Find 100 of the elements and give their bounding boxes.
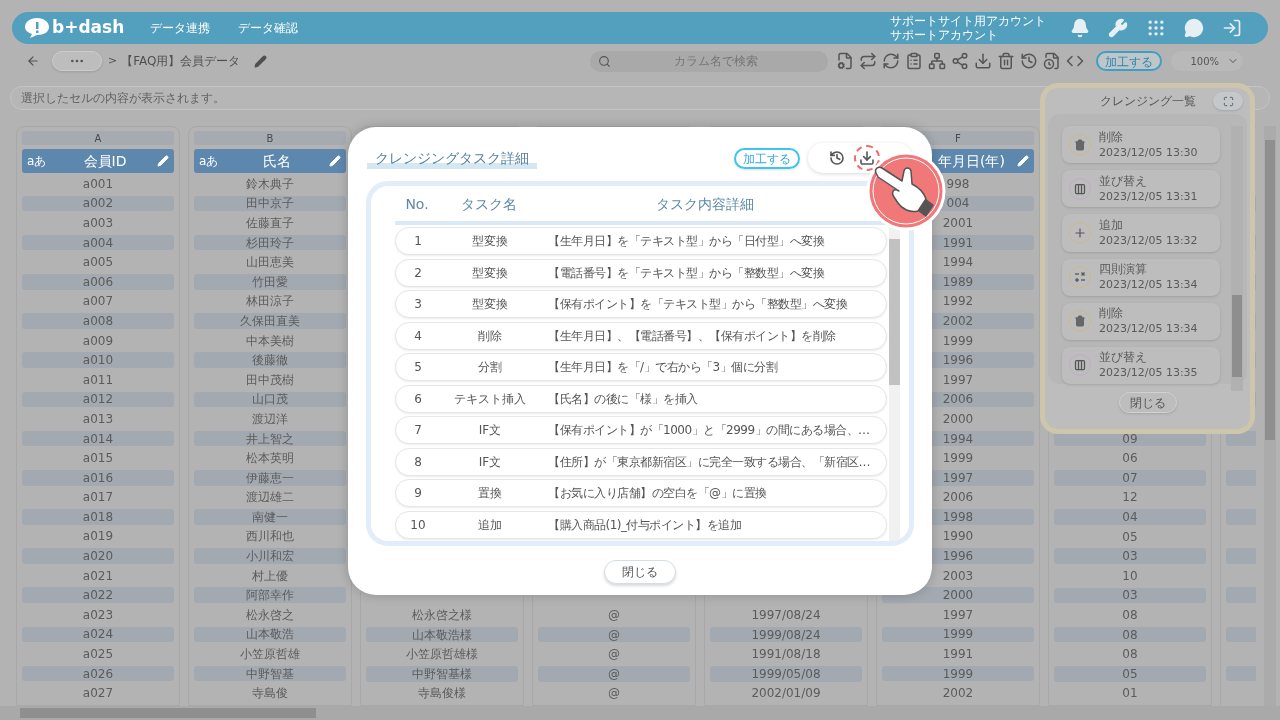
task-number: 10 xyxy=(409,516,427,534)
repeat-icon[interactable] xyxy=(859,52,877,70)
pencil-icon[interactable] xyxy=(254,54,268,68)
task-name: 型変換 xyxy=(471,296,509,313)
table-cell-text: 田中茂樹 xyxy=(245,371,295,388)
history-icon[interactable] xyxy=(829,150,845,166)
bell-icon[interactable] xyxy=(1070,18,1090,38)
cleansing-item[interactable]: 追加 2023/12/05 13:32 xyxy=(1062,214,1220,252)
table-cell: 1999/08/24 xyxy=(710,626,862,643)
file-clock-icon[interactable] xyxy=(1043,52,1061,70)
table-cell: 小川和宏 xyxy=(194,548,346,564)
table-cell-text: 松本英明 xyxy=(245,450,295,466)
nav-link[interactable]: データ連携 xyxy=(150,19,211,37)
history-icon[interactable] xyxy=(1020,52,1038,70)
item-time: 2023/12/05 13:31 xyxy=(1099,188,1198,204)
cleansing-item[interactable]: 削除 2023/12/05 13:30 xyxy=(1062,126,1220,164)
expand-button[interactable] xyxy=(1213,92,1243,110)
download-icon[interactable] xyxy=(859,150,875,166)
task-name: 型変換 xyxy=(471,233,509,250)
table-cell: a008 xyxy=(22,313,174,329)
back-icon[interactable] xyxy=(26,54,40,68)
file-gear-icon[interactable] xyxy=(836,52,854,70)
table-cell: 後藤徹 xyxy=(194,352,346,368)
refresh-icon[interactable] xyxy=(882,52,900,70)
table-cell-text: 1997 xyxy=(941,371,975,388)
table-cell-text: a027 xyxy=(81,685,115,702)
breadcrumb[interactable]: 【FAQ用】会員データ xyxy=(121,52,241,70)
item-name: 削除 xyxy=(1099,129,1124,145)
cleansing-item[interactable]: 並び替え 2023/12/05 13:31 xyxy=(1062,170,1220,208)
table-cell-text: a017 xyxy=(81,489,115,506)
table-cell-text: a007 xyxy=(81,293,115,310)
table-cell-text: 1991 xyxy=(941,646,975,662)
table-cell-text: 998 xyxy=(945,176,971,192)
task-detail: 【お気に入り店舗】の空白を「@」に置換 xyxy=(547,485,767,502)
zoom-select[interactable]: 100% xyxy=(1171,51,1243,71)
table-cell: a022 xyxy=(22,587,174,604)
table-cell: 杉田玲子 xyxy=(194,234,346,251)
process-button[interactable]: 加工する xyxy=(734,147,800,169)
task-number: 8 xyxy=(413,453,423,471)
table-cell: a004 xyxy=(22,234,174,251)
table-cell-text: 村上優 xyxy=(251,567,289,584)
table-cell-text: a025 xyxy=(81,646,115,662)
table-cell: 久保田直美 xyxy=(194,313,346,329)
cleansing-item[interactable]: 四則演算 2023/12/05 13:34 xyxy=(1062,258,1220,296)
expand-icon xyxy=(1222,95,1234,107)
table-cell: 伊藤恵一 xyxy=(194,469,346,486)
panel-scrollbar[interactable] xyxy=(1231,126,1243,391)
column-heading: タスク内容詳細 xyxy=(654,195,755,214)
share-icon[interactable] xyxy=(951,52,969,70)
download-icon[interactable] xyxy=(974,52,992,70)
type-label: aあ xyxy=(199,153,220,170)
table-cell: 05 xyxy=(1054,665,1206,682)
column-letter: A xyxy=(22,131,174,145)
table-cell: 03 xyxy=(1054,587,1206,604)
table-cell-text: 1999 xyxy=(941,332,975,349)
table-cell-text: a021 xyxy=(81,567,115,584)
cleansing-item[interactable]: 削除 2023/12/05 13:34 xyxy=(1062,302,1220,340)
task-name: 分割 xyxy=(477,359,503,376)
logo-text: b+dash xyxy=(52,16,125,40)
vertical-scrollbar[interactable] xyxy=(1264,126,1276,706)
task-scrollbar[interactable] xyxy=(889,227,900,541)
column-name: 年月日(年) xyxy=(938,151,1006,171)
wrench-icon[interactable] xyxy=(1108,18,1128,38)
trash-icon[interactable] xyxy=(997,52,1015,70)
exit-arrow-icon[interactable] xyxy=(1222,18,1242,38)
close-button[interactable]: 閉じる xyxy=(1118,392,1177,413)
clipboard-icon[interactable] xyxy=(905,52,923,70)
hierarchy-icon[interactable] xyxy=(928,52,946,70)
nav-link[interactable]: データ確認 xyxy=(238,19,299,37)
table-cell-text: 林田涼子 xyxy=(245,293,295,310)
table-cell: 井上智之 xyxy=(194,430,346,447)
table-cell-text: a013 xyxy=(81,411,115,427)
table-cell: 山本敬浩 xyxy=(194,626,346,643)
table-cell-text: 渡辺雄二 xyxy=(245,489,295,506)
column-header[interactable]: aあ 会員ID xyxy=(22,149,174,173)
table-cell-text: 小笠原哲雄 xyxy=(239,646,301,662)
table-cell: a010 xyxy=(22,352,174,368)
process-button[interactable]: 加工する xyxy=(1096,51,1162,71)
table-cell-text: 鈴木典子 xyxy=(245,176,295,192)
breadcrumb-separator: > xyxy=(108,52,118,69)
column-header[interactable]: aあ 氏名 xyxy=(194,149,346,173)
cleansing-item[interactable]: 並び替え 2023/12/05 13:35 xyxy=(1062,346,1220,385)
table-cell: 1999/05/08 xyxy=(710,665,862,682)
math-operators-icon xyxy=(1074,271,1086,284)
table-cell: a020 xyxy=(22,548,174,564)
table-cell-text: 08 xyxy=(1121,607,1139,623)
table-cell-text: a005 xyxy=(81,254,115,270)
close-button[interactable]: 閉じる xyxy=(604,560,676,584)
table-cell-text: a003 xyxy=(81,215,115,231)
chat-icon[interactable] xyxy=(1184,18,1204,38)
horizontal-scrollbar[interactable] xyxy=(0,706,1280,720)
task-detail: 【保有ポイント】が「1000」と「2999」の間にある場合、… xyxy=(547,422,870,439)
table-cell-text: 12 xyxy=(1121,489,1139,506)
grid-menu-icon[interactable] xyxy=(1146,18,1166,38)
table-cell: a014 xyxy=(22,430,174,447)
logo-bubble-icon xyxy=(24,17,50,39)
task-number: 4 xyxy=(413,327,423,345)
table-cell-text: 2006 xyxy=(941,489,975,506)
table-cell-text: 1997/08/24 xyxy=(750,607,822,623)
trash-icon xyxy=(1074,138,1086,151)
